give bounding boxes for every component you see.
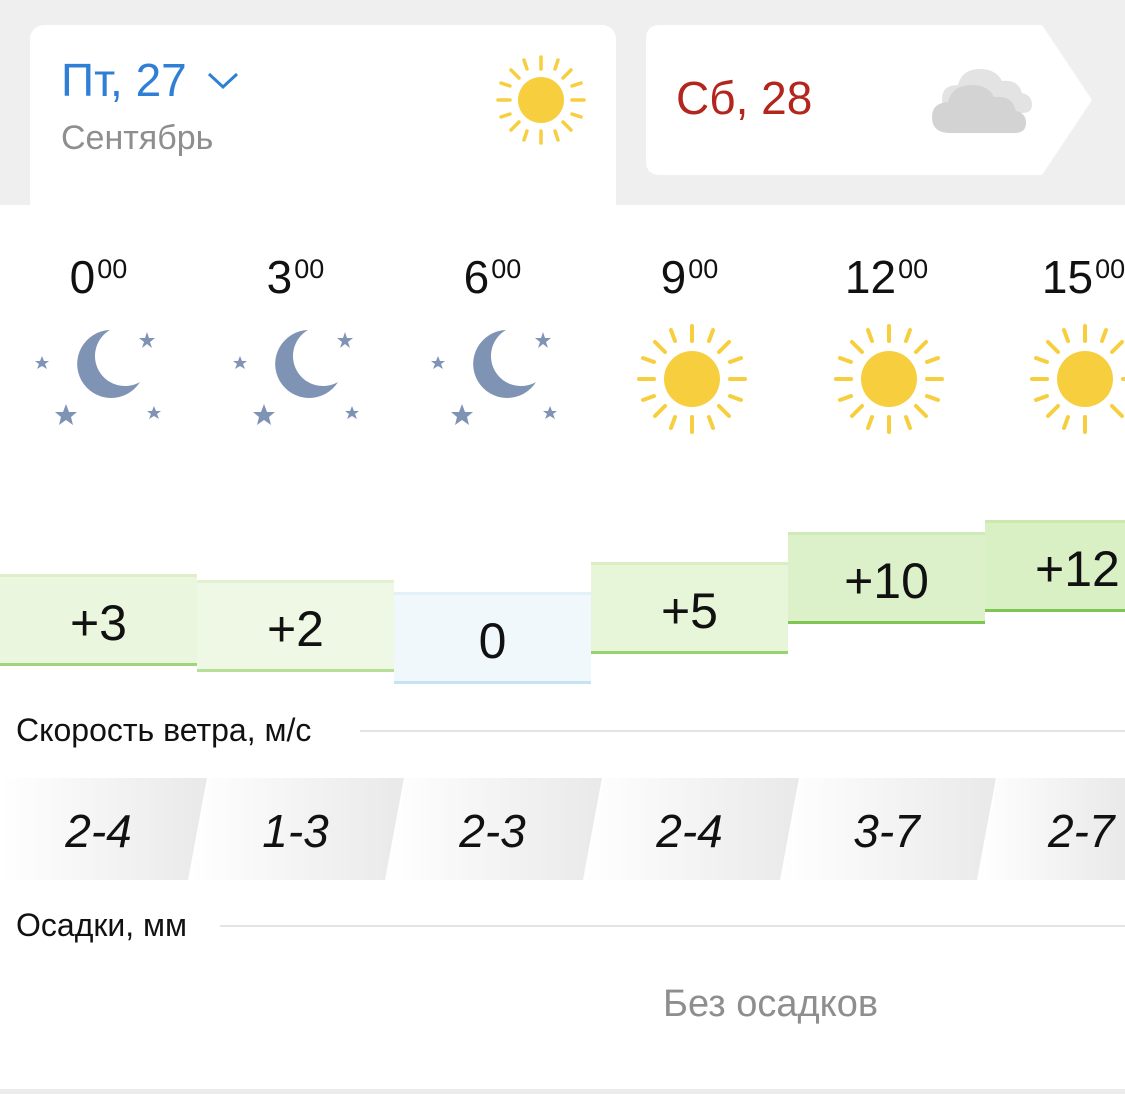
precip-value: Без осадков (663, 983, 879, 1025)
temperature-cell: +5 (591, 562, 788, 654)
divider-line (220, 925, 1125, 927)
cloud-icon (932, 69, 1032, 133)
hour-label: 300 (266, 251, 325, 303)
moon-stars-icon (431, 330, 557, 425)
precip-section-label: Осадки, мм (16, 909, 204, 941)
day-tab-next[interactable]: Сб, 28 (646, 25, 1094, 175)
sun-icon (637, 324, 747, 434)
day-date-label: Сб, 28 (676, 72, 813, 124)
sun-icon (834, 324, 944, 434)
wind-speed-value: 2-4 (656, 805, 723, 857)
hour-label: 1200 (844, 251, 929, 303)
day-tab-active[interactable]: Пт, 27 Сентябрь (30, 25, 616, 215)
wind-speed-value: 2-3 (459, 805, 526, 857)
wind-speed-value: 3-7 (853, 805, 920, 857)
divider-line (360, 730, 1125, 732)
temperature-cell: +12 (985, 520, 1125, 612)
hour-label: 900 (660, 251, 719, 303)
temperature-cell: +3 (0, 574, 197, 666)
wind-speed-value: 1-3 (262, 805, 329, 857)
wind-speed-value: 2-7 (1048, 805, 1115, 857)
bottom-divider (0, 1089, 1125, 1094)
sun-icon (496, 55, 586, 145)
moon-stars-icon (233, 330, 359, 425)
moon-stars-icon (35, 330, 161, 425)
day-month-label: Сентябрь (61, 119, 214, 157)
wind-section-label: Скорость ветра, м/с (16, 714, 328, 746)
day-date-label: Пт, 27 (61, 54, 187, 106)
hour-label: 000 (69, 251, 128, 303)
chevron-down-icon[interactable] (206, 71, 240, 91)
temperature-cell: 0 (394, 592, 591, 684)
sun-icon (1030, 324, 1125, 434)
hour-label: 1500 (1041, 251, 1125, 303)
hour-label: 600 (463, 251, 522, 303)
temperature-cell: +10 (788, 532, 985, 624)
temperature-cell: +2 (197, 580, 394, 672)
wind-speed-value: 2-4 (65, 805, 132, 857)
